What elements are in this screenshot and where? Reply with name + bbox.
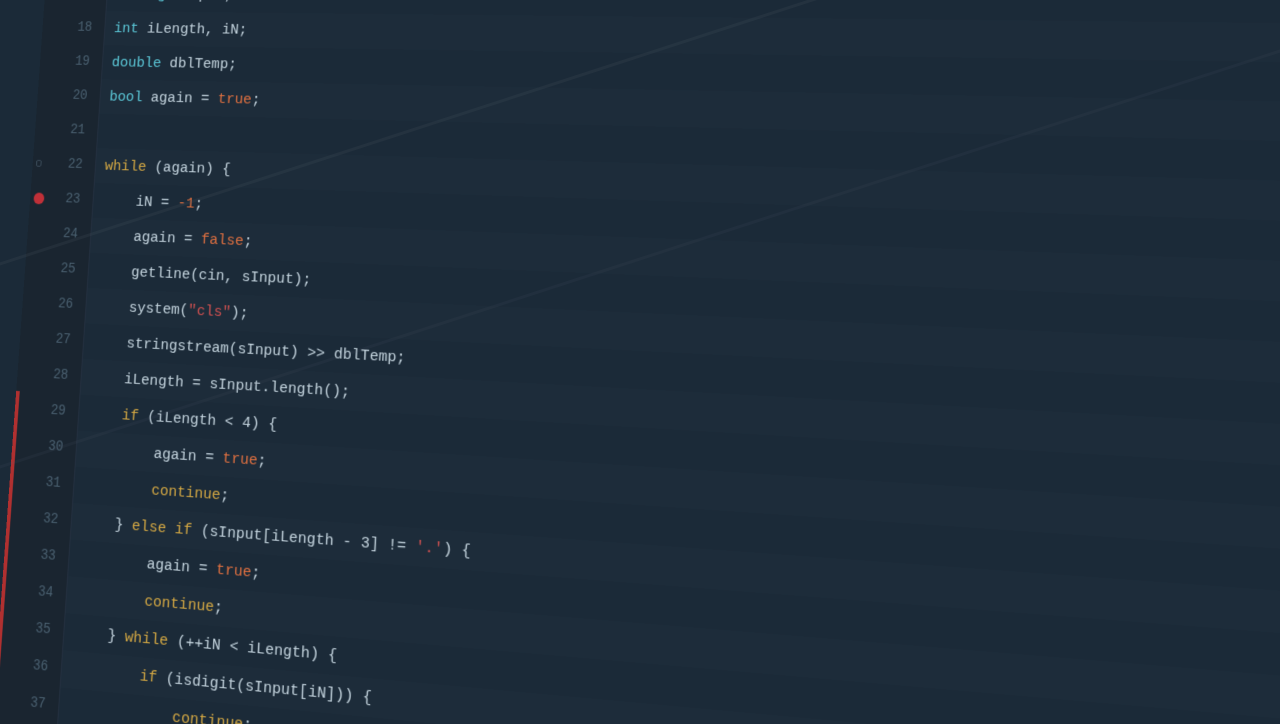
- red-bar: [0, 644, 1, 681]
- line-number: 35: [0, 607, 66, 650]
- line-number: 26: [21, 285, 87, 323]
- line-number: 31: [8, 462, 75, 503]
- line-number-text: 34: [37, 584, 53, 602]
- editor-wrapper: 17 string sInput; 18 int iLength, iN; 19 doub…: [0, 0, 1280, 724]
- line-number-text: 17: [79, 0, 95, 2]
- token-plain: }: [80, 513, 132, 535]
- line-number-text: 18: [77, 20, 93, 35]
- token-kw: while: [124, 628, 168, 651]
- token-val: true: [217, 90, 252, 108]
- token-kw: else if: [131, 517, 192, 540]
- line-number: 17: [44, 0, 109, 11]
- line-number-text: 21: [70, 123, 86, 139]
- line-number-text: 25: [60, 261, 76, 277]
- red-bar: [11, 427, 17, 463]
- line-number: 23: [29, 181, 95, 218]
- line-number-text: 35: [35, 621, 51, 639]
- line-number-text: 30: [48, 439, 64, 456]
- token-plain: ;: [220, 486, 230, 505]
- token-plain: ;: [214, 598, 224, 618]
- token-type: double: [111, 54, 162, 72]
- token-kw: while: [104, 157, 147, 176]
- token-plain: ;: [194, 195, 204, 213]
- token-plain: }: [73, 623, 126, 646]
- line-number: 30: [11, 427, 78, 467]
- line-number: 33: [3, 535, 70, 577]
- token-plain: ;: [243, 232, 253, 250]
- token-type: string: [116, 0, 166, 3]
- token-plain: ;: [243, 715, 253, 724]
- token-val: true: [222, 449, 258, 470]
- line-number-text: 31: [45, 475, 61, 492]
- token-kw: if: [70, 660, 157, 687]
- line-number-text: 33: [40, 547, 56, 564]
- token-plain: iLength = sInput.length();: [90, 368, 350, 401]
- token-plain: ;: [251, 91, 261, 109]
- token-plain: getline(cin, sInput);: [97, 262, 311, 289]
- token-val: false: [200, 231, 244, 250]
- token-kw: continue: [68, 698, 244, 724]
- token-plain: ) {: [443, 540, 472, 561]
- red-bar: [14, 391, 20, 427]
- token-plain: dblTemp;: [161, 55, 237, 74]
- line-number: 20: [36, 78, 101, 114]
- token-plain: again =: [78, 549, 217, 579]
- red-bar: [8, 462, 14, 498]
- token-plain: ;: [257, 451, 267, 470]
- token-kw: continue: [75, 586, 214, 616]
- token-val: true: [216, 560, 252, 582]
- line-number: 27: [19, 320, 85, 359]
- line-number: 19: [39, 44, 104, 79]
- token-plain: (again) {: [146, 158, 231, 178]
- line-number-text: 37: [30, 695, 46, 713]
- token-plain: again =: [142, 89, 218, 108]
- token-kw: continue: [83, 476, 221, 504]
- line-number: 24: [26, 215, 92, 252]
- token-plain: (iLength < 4) {: [138, 407, 277, 434]
- token-plain: iN =: [102, 192, 178, 212]
- red-bar: [1, 571, 7, 608]
- line-number: 18: [41, 11, 106, 46]
- line-number-text: 29: [50, 403, 66, 420]
- breakpoint-indicator: [33, 192, 44, 204]
- line-number: 36: [0, 644, 63, 687]
- red-bar: [6, 498, 12, 534]
- line-number-text: 19: [75, 54, 91, 69]
- token-plain: again =: [100, 227, 202, 249]
- token-plain: );: [230, 303, 248, 322]
- fold-icon[interactable]: ▢: [36, 158, 42, 170]
- line-number: 21: [34, 112, 100, 148]
- line-number-text: 23: [65, 192, 81, 208]
- red-bar: [0, 607, 4, 644]
- token-type: bool: [109, 88, 143, 106]
- line-number: 34: [1, 571, 69, 613]
- line-number-text: 32: [43, 511, 59, 528]
- line-number-text: 28: [53, 367, 69, 384]
- line-number: 32: [6, 498, 73, 539]
- line-number: 28: [16, 355, 83, 394]
- line-number: 25: [24, 250, 90, 288]
- line-number-text: 20: [72, 88, 88, 104]
- token-plain: ;: [251, 563, 261, 583]
- token-plain: system(: [95, 297, 189, 319]
- token-plain: again =: [85, 440, 223, 467]
- line-number: 37: [0, 681, 61, 724]
- token-val: -1: [177, 194, 195, 212]
- line-number-text: 24: [62, 226, 78, 242]
- line-number-text: 26: [58, 296, 74, 312]
- red-bar: [3, 535, 9, 572]
- token-plain: iLength, iN;: [138, 20, 248, 39]
- line-number: 29: [14, 391, 81, 431]
- line-number: ▢ 22: [31, 146, 97, 182]
- token-type: int: [113, 20, 139, 37]
- token-kw: if: [88, 404, 140, 425]
- line-number-text: 36: [32, 658, 48, 676]
- token-plain: sInput;: [165, 0, 233, 4]
- token-str: '.': [415, 537, 443, 558]
- line-number-text: 27: [55, 332, 71, 349]
- token-plain: (++iN < iLength) {: [168, 631, 338, 665]
- line-number-text: 22: [67, 157, 83, 173]
- code-block: 17 string sInput; 18 int iLength, iN; 19 doub…: [0, 0, 1280, 724]
- token-str: "cls": [188, 301, 232, 321]
